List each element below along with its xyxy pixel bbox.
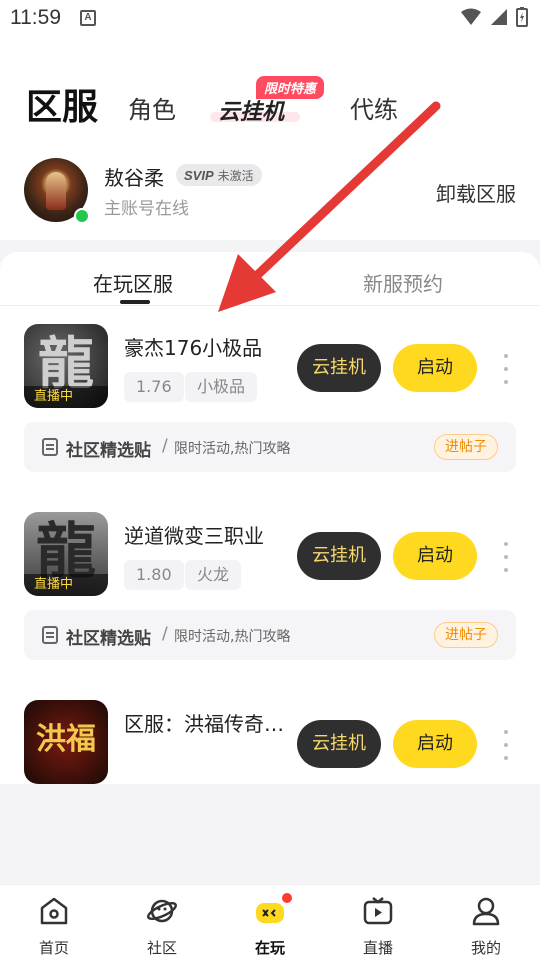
- nav-mine[interactable]: 我的: [432, 885, 540, 960]
- nav-label: 社区: [146, 939, 177, 957]
- more-options-icon[interactable]: [500, 542, 512, 572]
- status-icons: [460, 6, 528, 28]
- game-icon[interactable]: 龍 直播中: [24, 324, 108, 408]
- signal-icon: [491, 9, 507, 25]
- type-tag: 火龙: [185, 560, 242, 590]
- status-time: 11:59: [10, 6, 61, 29]
- community-desc: 限时活动,热门攻略: [174, 441, 291, 457]
- home-icon: [40, 897, 68, 925]
- community-separator: /: [162, 624, 168, 644]
- nav-home[interactable]: 首页: [0, 885, 108, 960]
- game-title: 逆道微变三职业: [124, 524, 264, 548]
- avatar-figure: [46, 172, 66, 210]
- nav-playing[interactable]: 在玩: [216, 885, 324, 960]
- gamepad-icon: [256, 903, 284, 923]
- enter-post-button[interactable]: 进帖子: [434, 434, 498, 460]
- game-icon[interactable]: 龍 直播中: [24, 512, 108, 596]
- start-button[interactable]: 启动: [393, 720, 477, 768]
- game-title: 豪杰176小极品: [124, 336, 263, 360]
- notification-dot: [282, 893, 292, 903]
- post-icon: [42, 438, 58, 456]
- game-list: 龍 直播中 豪杰176小极品 1.76 小极品 云挂机 启动 社区精选贴 / 限…: [0, 306, 540, 784]
- nav-label: 直播: [362, 939, 393, 957]
- svip-logo: SVIP: [184, 167, 214, 183]
- enter-post-button[interactable]: 进帖子: [434, 622, 498, 648]
- cloud-hangup-button[interactable]: 云挂机: [297, 532, 381, 580]
- person-icon: [472, 897, 500, 926]
- live-tag: 直播中: [24, 386, 108, 408]
- community-desc: 限时活动,热门攻略: [174, 629, 291, 645]
- community-separator: /: [162, 436, 168, 456]
- cloud-hangup-button[interactable]: 云挂机: [297, 344, 381, 392]
- more-options-icon[interactable]: [500, 354, 512, 384]
- tab-role[interactable]: 角色: [128, 90, 176, 125]
- game-icon[interactable]: 洪福: [24, 700, 108, 784]
- version-tag: 1.76: [124, 372, 184, 402]
- nav-label: 首页: [38, 939, 69, 957]
- profile-row: 敖谷柔 SVIP 未激活 主账号在线 卸载区服: [0, 150, 540, 230]
- cloud-hangup-button[interactable]: 云挂机: [297, 720, 381, 768]
- version-tag: 1.80: [124, 560, 184, 590]
- game-title: 区服：洪福传奇…: [124, 712, 284, 736]
- wifi-icon: [461, 8, 481, 25]
- svip-badge[interactable]: SVIP 未激活: [176, 164, 262, 186]
- sub-tabs: 在玩区服 新服预约: [0, 252, 540, 306]
- type-tag: 小极品: [185, 372, 258, 402]
- community-label: 社区精选贴: [66, 629, 151, 649]
- start-button[interactable]: 启动: [393, 532, 477, 580]
- live-tag: 直播中: [24, 574, 108, 596]
- unload-servers-button[interactable]: 卸载区服: [436, 178, 516, 207]
- svip-status: 未激活: [217, 168, 254, 183]
- nav-live[interactable]: 直播: [324, 885, 432, 960]
- account-status: 主账号在线: [104, 199, 189, 219]
- status-bar: 11:59 A: [0, 0, 540, 36]
- nav-community[interactable]: 社区: [108, 885, 216, 960]
- game-icon-glyph: 洪福: [36, 722, 96, 757]
- tab-servers[interactable]: 区服: [26, 78, 98, 130]
- limited-offer-badge: 限时特惠: [256, 76, 325, 99]
- battery-icon: [516, 7, 528, 27]
- nav-label: 我的: [470, 939, 501, 957]
- user-name: 敖谷柔: [104, 166, 164, 190]
- top-tabs: 区服 角色 云挂机 限时特惠 代练: [0, 68, 540, 138]
- more-options-icon[interactable]: [500, 730, 512, 760]
- tv-icon: [363, 897, 393, 925]
- tab-new-server-reservation[interactable]: 新服预约: [363, 268, 443, 297]
- community-banner[interactable]: 社区精选贴 / 限时活动,热门攻略 进帖子: [24, 422, 516, 472]
- start-button[interactable]: 启动: [393, 344, 477, 392]
- notification-a-icon: A: [80, 10, 96, 26]
- planet-icon: [146, 899, 178, 923]
- community-label: 社区精选贴: [66, 441, 151, 461]
- active-tab-indicator: [120, 300, 150, 304]
- tab-boosting[interactable]: 代练: [350, 90, 398, 125]
- bottom-nav: 首页 社区 在玩 直播 我的: [0, 884, 540, 960]
- community-banner[interactable]: 社区精选贴 / 限时活动,热门攻略 进帖子: [24, 610, 516, 660]
- tab-playing-servers[interactable]: 在玩区服: [93, 268, 173, 297]
- post-icon: [42, 626, 58, 644]
- online-status-dot: [74, 208, 90, 224]
- nav-label: 在玩: [254, 939, 285, 957]
